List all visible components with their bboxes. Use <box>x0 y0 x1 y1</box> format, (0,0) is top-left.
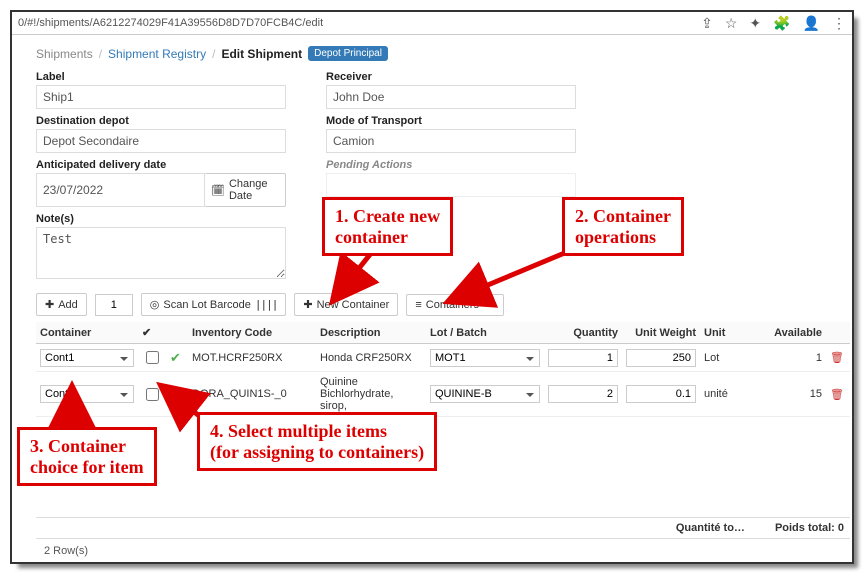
label-adate: Anticipated delivery date <box>36 159 286 171</box>
crumb-current: Edit Shipment <box>221 47 302 61</box>
field-mode: Mode of Transport <box>326 115 576 153</box>
field-label: Label <box>36 71 286 109</box>
field-pending: Pending Actions <box>326 159 576 207</box>
puzzle-icon[interactable]: 🧩 <box>773 15 790 32</box>
row-container-select[interactable] <box>40 385 134 403</box>
row-avail: 15 <box>758 372 826 417</box>
add-label: Add <box>58 299 78 311</box>
crumb-shipments[interactable]: Shipments <box>36 47 93 61</box>
col-lot: Lot / Batch <box>426 322 544 344</box>
input-mode[interactable] <box>326 129 576 153</box>
items-table: Container ✔ Inventory Code Description L… <box>36 322 850 417</box>
row-desc: Honda CRF250RX <box>316 344 426 372</box>
row-checkbox[interactable] <box>146 351 159 364</box>
pending-box <box>326 173 576 197</box>
avatar-icon[interactable]: 👤 <box>803 15 820 32</box>
row-checkbox[interactable] <box>146 388 159 401</box>
plus-icon: ✚ <box>45 298 54 311</box>
col-code: Inventory Code <box>188 322 316 344</box>
scan-label: Scan Lot Barcode <box>163 299 250 311</box>
label-mode: Mode of Transport <box>326 115 576 127</box>
share-icon[interactable]: ⇪ <box>701 15 713 32</box>
browser-toolbar-icons: ⇪ ☆ ✦ 🧩 👤 ⋮ <box>701 15 846 32</box>
input-label[interactable] <box>36 85 286 109</box>
field-notes: Note(s) Test <box>36 213 286 279</box>
containers-dropdown[interactable]: ≡ Containers <box>406 294 504 316</box>
list-icon: ≡ <box>415 299 421 311</box>
row-lot-select[interactable] <box>430 349 540 367</box>
check-circle-icon: ✔ <box>170 386 181 401</box>
add-button[interactable]: ✚ Add <box>36 293 87 316</box>
table-spacer <box>36 417 850 517</box>
totals-row: Quantité to… Poids total: 0 <box>36 517 850 539</box>
trash-icon[interactable]: 🗑 <box>830 389 844 401</box>
barcode-icon: |||| <box>255 298 278 311</box>
field-adate: Anticipated delivery date 🗓 Change Date <box>36 159 286 207</box>
total-weight-label: Poids total: 0 <box>775 522 844 534</box>
table-row: ✔ DORA_QUIN1S-_0 Quinine Bichlorhydrate,… <box>36 372 850 417</box>
label-label: Label <box>36 71 286 83</box>
input-receiver[interactable] <box>326 85 576 109</box>
col-delete-icon <box>826 322 850 344</box>
row-qty-input[interactable] <box>548 349 618 367</box>
row-unit: unité <box>700 372 758 417</box>
col-container: Container <box>36 322 138 344</box>
plus-icon: ✚ <box>303 298 312 311</box>
new-container-label: New Container <box>317 299 390 311</box>
row-unit: Lot <box>700 344 758 372</box>
row-container-select[interactable] <box>40 349 134 367</box>
row-uw-input[interactable] <box>626 385 696 403</box>
label-receiver: Receiver <box>326 71 576 83</box>
col-uw: Unit Weight <box>622 322 700 344</box>
scan-barcode-button[interactable]: ◎ Scan Lot Barcode |||| <box>141 293 287 316</box>
row-code: MOT.HCRF250RX <box>188 344 316 372</box>
col-desc: Description <box>316 322 426 344</box>
star-icon[interactable]: ☆ <box>725 15 738 32</box>
input-dest[interactable] <box>36 129 286 153</box>
depot-badge: Depot Principal <box>308 46 388 61</box>
add-qty-input[interactable] <box>95 294 133 316</box>
input-adate[interactable] <box>36 173 205 207</box>
col-unit: Unit <box>700 322 758 344</box>
col-avail: Available <box>758 322 826 344</box>
col-status-icon <box>166 322 188 344</box>
shipment-form: Label Receiver Destination depot Mode of… <box>36 71 850 279</box>
page-url: 0/#!/shipments/A6212274029F41A39556D8D7D… <box>18 17 701 29</box>
containers-label: Containers <box>426 299 479 311</box>
row-desc: Quinine Bichlorhydrate, sirop, <box>316 372 426 417</box>
target-icon: ◎ <box>150 298 160 311</box>
table-row: ✔ MOT.HCRF250RX Honda CRF250RX Lot 1 🗑 <box>36 344 850 372</box>
row-code: DORA_QUIN1S-_0 <box>188 372 316 417</box>
extension-icon[interactable]: ✦ <box>749 15 761 32</box>
form-actions: Ready to ship 🚚 Clear Save 🖫 <box>36 563 850 564</box>
row-lot-select[interactable] <box>430 385 540 403</box>
change-date-label: Change Date <box>229 178 279 202</box>
total-qty-label: Quantité to… <box>676 522 745 534</box>
field-receiver: Receiver <box>326 71 576 109</box>
input-notes[interactable]: Test <box>36 227 286 279</box>
row-uw-input[interactable] <box>626 349 696 367</box>
crumb-registry[interactable]: Shipment Registry <box>108 47 206 61</box>
row-qty-input[interactable] <box>548 385 618 403</box>
change-date-button[interactable]: 🗓 Change Date <box>205 173 286 207</box>
label-pending: Pending Actions <box>326 159 576 171</box>
col-qty: Quantity <box>544 322 622 344</box>
new-container-button[interactable]: ✚ New Container <box>294 293 398 316</box>
breadcrumb: Shipments / Shipment Registry / Edit Shi… <box>36 36 850 67</box>
calendar-icon: 🗓 <box>211 184 225 197</box>
url-bar: 0/#!/shipments/A6212274029F41A39556D8D7D… <box>12 12 852 35</box>
col-checkbox: ✔ <box>138 322 166 344</box>
row-count: 2 Row(s) <box>36 539 850 563</box>
kebab-icon[interactable]: ⋮ <box>832 15 846 32</box>
label-notes: Note(s) <box>36 213 286 225</box>
row-avail: 1 <box>758 344 826 372</box>
field-dest: Destination depot <box>36 115 286 153</box>
window-frame: 0/#!/shipments/A6212274029F41A39556D8D7D… <box>10 10 854 564</box>
items-toolbar: ✚ Add ◎ Scan Lot Barcode |||| ✚ New Cont… <box>36 293 850 316</box>
label-dest: Destination depot <box>36 115 286 127</box>
check-circle-icon: ✔ <box>170 350 181 365</box>
trash-icon[interactable]: 🗑 <box>830 352 844 364</box>
